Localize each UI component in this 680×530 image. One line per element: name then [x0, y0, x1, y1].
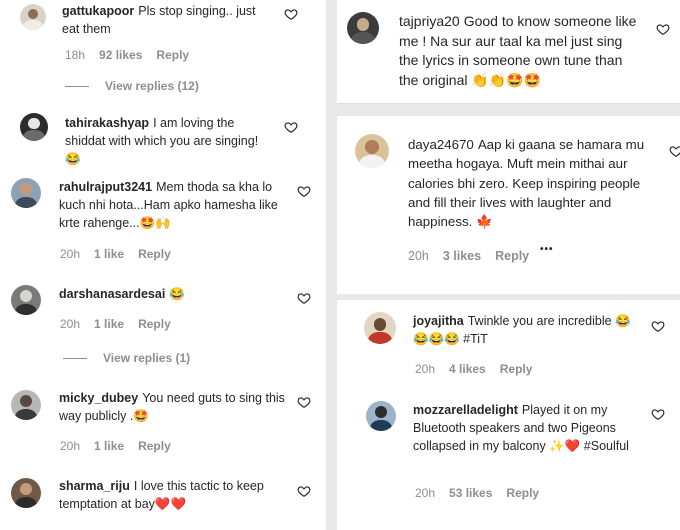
- heart-outline-icon[interactable]: [297, 184, 311, 198]
- avatar[interactable]: [347, 12, 379, 44]
- reply-button[interactable]: Reply: [156, 48, 189, 62]
- comments-panel-left: gattukapoor Pls stop singing.. just eat t…: [0, 0, 326, 530]
- comment-text: rahulrajput3241 Mem thoda sa kha lo kuch …: [59, 178, 289, 232]
- comment-meta: 20h 1 like Reply: [60, 439, 185, 453]
- comment-time: 20h: [408, 249, 429, 263]
- view-replies-label: View replies (1): [103, 351, 191, 365]
- reply-button[interactable]: Reply: [500, 362, 533, 376]
- avatar[interactable]: [11, 178, 41, 208]
- avatar[interactable]: [11, 478, 41, 508]
- comment-time: 20h: [60, 439, 81, 453]
- comment-likes[interactable]: 4 likes: [449, 362, 486, 376]
- comment-text: joyajitha Twinkle you are incredible 😂😂😂😂…: [413, 312, 638, 348]
- view-replies-button[interactable]: View replies (12): [65, 79, 199, 93]
- comment-likes[interactable]: 92 likes: [99, 48, 142, 62]
- view-replies-line: [65, 85, 89, 87]
- avatar[interactable]: [355, 134, 389, 168]
- comment-likes[interactable]: 3 likes: [443, 249, 481, 263]
- comment-username[interactable]: joyajitha: [413, 314, 464, 328]
- divider: [337, 103, 680, 104]
- more-dots-icon[interactable]: •••: [540, 244, 554, 255]
- comment-likes[interactable]: 53 likes: [449, 486, 492, 500]
- avatar[interactable]: [20, 113, 48, 141]
- comment-meta: 20h 3 likes Reply: [408, 249, 543, 263]
- reply-button[interactable]: Reply: [138, 247, 171, 261]
- reply-button[interactable]: Reply: [138, 317, 171, 331]
- heart-outline-icon[interactable]: [669, 144, 680, 158]
- view-replies-line: [63, 357, 87, 359]
- comment-username[interactable]: tahirakashyap: [65, 116, 149, 130]
- heart-outline-icon[interactable]: [297, 484, 311, 498]
- comment-meta: 20h 4 likes Reply: [415, 362, 546, 376]
- comment-text: tajpriya20 Good to know someone like me !…: [399, 12, 639, 90]
- comment-text: daya24670 Aap ki gaana se hamara mu meeth…: [408, 135, 663, 231]
- comment-text: mozzarelladelight Played it on my Bluetoo…: [413, 401, 638, 455]
- comment-body: 😂: [169, 287, 185, 301]
- comment-time: 20h: [60, 247, 81, 261]
- reply-button[interactable]: Reply: [506, 486, 539, 500]
- comment-username[interactable]: gattukapoor: [62, 4, 134, 18]
- comment-text: darshanasardesai 😂: [59, 285, 289, 303]
- heart-outline-icon[interactable]: [284, 7, 298, 21]
- comment-likes[interactable]: 1 like: [94, 247, 124, 261]
- heart-outline-icon[interactable]: [656, 22, 670, 36]
- avatar[interactable]: [20, 4, 46, 30]
- comment-time: 20h: [60, 317, 81, 331]
- avatar[interactable]: [11, 390, 41, 420]
- comment-text: sharma_riju I love this tactic to keep te…: [59, 477, 289, 513]
- comment-username[interactable]: rahulrajput3241: [59, 180, 152, 194]
- comment-card: daya24670 Aap ki gaana se hamara mu meeth…: [337, 116, 680, 294]
- comment-likes[interactable]: 1 like: [94, 439, 124, 453]
- comment-meta: 20h 1 like Reply: [60, 247, 185, 261]
- comment-meta: 20h 1 like Reply: [60, 317, 185, 331]
- reply-button[interactable]: Reply: [495, 249, 529, 263]
- comment-card: tajpriya20 Good to know someone like me !…: [337, 0, 680, 103]
- avatar[interactable]: [11, 285, 41, 315]
- comment-username[interactable]: tajpriya20: [399, 13, 460, 29]
- heart-outline-icon[interactable]: [284, 120, 298, 134]
- heart-outline-icon[interactable]: [297, 291, 311, 305]
- comment-time: 18h: [65, 48, 86, 62]
- comment-meta: 20h 53 likes Reply: [415, 486, 553, 500]
- comment-meta: 18h 92 likes Reply: [65, 48, 203, 62]
- heart-outline-icon[interactable]: [297, 395, 311, 409]
- avatar[interactable]: [364, 312, 396, 344]
- view-replies-label: View replies (12): [105, 79, 199, 93]
- comment-username[interactable]: daya24670: [408, 137, 474, 152]
- avatar[interactable]: [366, 401, 396, 431]
- comment-time: 20h: [415, 486, 436, 500]
- comment-username[interactable]: darshanasardesai: [59, 287, 165, 301]
- view-replies-button[interactable]: View replies (1): [63, 351, 190, 365]
- heart-outline-icon[interactable]: [651, 407, 665, 421]
- comment-text: tahirakashyap I am loving the shiddat wit…: [65, 114, 275, 168]
- comment-likes[interactable]: 1 like: [94, 317, 124, 331]
- comment-username[interactable]: sharma_riju: [59, 479, 130, 493]
- comment-text: gattukapoor Pls stop singing.. just eat t…: [62, 2, 272, 38]
- comment-text: micky_dubey You need guts to sing this wa…: [59, 389, 289, 425]
- comment-username[interactable]: micky_dubey: [59, 391, 138, 405]
- comment-username[interactable]: mozzarelladelight: [413, 403, 518, 417]
- heart-outline-icon[interactable]: [651, 319, 665, 333]
- comment-time: 20h: [415, 362, 436, 376]
- comment-card: joyajitha Twinkle you are incredible 😂😂😂😂…: [337, 300, 680, 530]
- reply-button[interactable]: Reply: [138, 439, 171, 453]
